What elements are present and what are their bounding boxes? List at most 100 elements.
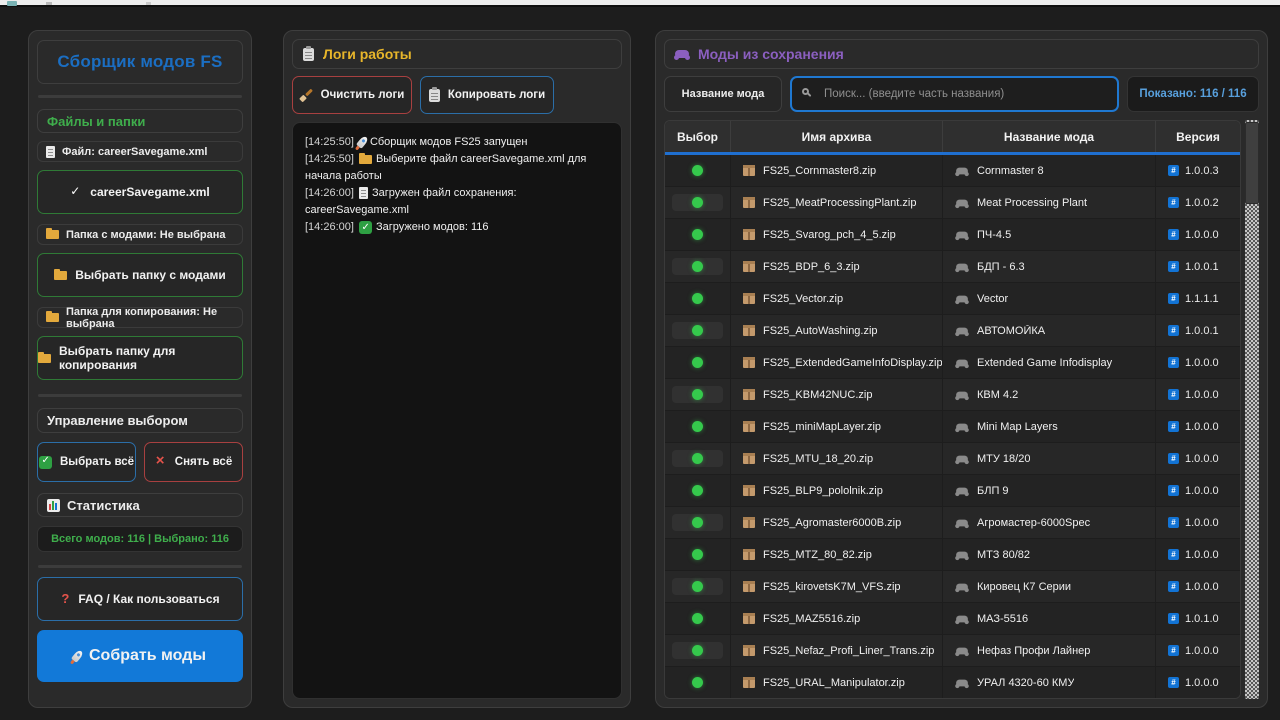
row-archive-cell[interactable]: FS25_KBM42NUC.zip [731,379,943,410]
column-header-select[interactable]: Выбор [665,121,731,152]
row-select-cell[interactable] [665,443,731,474]
row-modname-cell[interactable]: ПЧ-4.5 [943,219,1156,250]
clear-logs-button[interactable]: Очистить логи [292,76,412,114]
row-version-cell[interactable]: 1.0.0.0 [1156,635,1240,666]
table-row[interactable]: FS25_MAZ5516.zip МАЗ-5516 1.0.1.0 [665,603,1240,635]
selected-dot-icon[interactable] [692,357,703,368]
selected-dot-icon[interactable] [692,613,703,624]
table-row[interactable]: FS25_Cornmaster8.zip Cornmaster 8 1.0.0.… [665,155,1240,187]
row-select-cell[interactable] [665,667,731,698]
row-version-cell[interactable]: 1.0.0.0 [1156,443,1240,474]
row-archive-cell[interactable]: FS25_Cornmaster8.zip [731,155,943,186]
row-version-cell[interactable]: 1.0.0.0 [1156,411,1240,442]
row-version-cell[interactable]: 1.0.0.0 [1156,539,1240,570]
savegame-file-button[interactable]: careerSavegame.xml [37,170,243,214]
row-modname-cell[interactable]: МТУ 18/20 [943,443,1156,474]
row-archive-cell[interactable]: FS25_Vector.zip [731,283,943,314]
row-version-cell[interactable]: 1.1.1.1 [1156,283,1240,314]
row-select-cell[interactable] [665,347,731,378]
row-select-cell[interactable] [665,155,731,186]
select-all-button[interactable]: Выбрать всё [37,442,136,482]
row-version-cell[interactable]: 1.0.0.0 [1156,219,1240,250]
selected-dot-icon[interactable] [692,453,703,464]
row-select-cell[interactable] [665,603,731,634]
row-archive-cell[interactable]: FS25_MAZ5516.zip [731,603,943,634]
row-version-cell[interactable]: 1.0.0.0 [1156,571,1240,602]
column-header-archive[interactable]: Имя архива [731,121,943,152]
table-row[interactable]: FS25_Vector.zip Vector 1.1.1.1 [665,283,1240,315]
row-modname-cell[interactable]: БДП - 6.3 [943,251,1156,282]
row-archive-cell[interactable]: FS25_AutoWashing.zip [731,315,943,346]
row-version-cell[interactable]: 1.0.1.0 [1156,603,1240,634]
selected-dot-icon[interactable] [692,229,703,240]
table-row[interactable]: FS25_MTU_18_20.zip МТУ 18/20 1.0.0.0 [665,443,1240,475]
row-select-cell[interactable] [665,635,731,666]
row-modname-cell[interactable]: МАЗ-5516 [943,603,1156,634]
filter-field-selector[interactable]: Название мода [664,76,782,112]
row-select-cell[interactable] [665,283,731,314]
row-archive-cell[interactable]: FS25_BDP_6_3.zip [731,251,943,282]
table-row[interactable]: FS25_Svarog_pch_4_5.zip ПЧ-4.5 1.0.0.0 [665,219,1240,251]
row-modname-cell[interactable]: Meat Processing Plant [943,187,1156,218]
row-select-cell[interactable] [665,539,731,570]
table-row[interactable]: FS25_URAL_Manipulator.zip УРАЛ 4320-60 К… [665,667,1240,699]
row-modname-cell[interactable]: АВТОМОЙКА [943,315,1156,346]
row-version-cell[interactable]: 1.0.0.0 [1156,507,1240,538]
row-modname-cell[interactable]: Vector [943,283,1156,314]
copy-logs-button[interactable]: Копировать логи [420,76,554,114]
scrollbar-thumb[interactable] [1245,122,1259,204]
row-archive-cell[interactable]: FS25_Svarog_pch_4_5.zip [731,219,943,250]
selected-dot-icon[interactable] [692,293,703,304]
column-header-modname[interactable]: Название мода [943,121,1156,152]
row-select-cell[interactable] [665,187,731,218]
row-archive-cell[interactable]: FS25_URAL_Manipulator.zip [731,667,943,698]
table-scrollbar[interactable] [1245,120,1259,699]
table-row[interactable]: FS25_Agromaster6000B.zip Агромастер-6000… [665,507,1240,539]
row-version-cell[interactable]: 1.0.0.3 [1156,155,1240,186]
row-archive-cell[interactable]: FS25_MTU_18_20.zip [731,443,943,474]
row-archive-cell[interactable]: FS25_ExtendedGameInfoDisplay.zip [731,347,943,378]
table-row[interactable]: FS25_BLP9_pololnik.zip БЛП 9 1.0.0.0 [665,475,1240,507]
row-archive-cell[interactable]: FS25_Agromaster6000B.zip [731,507,943,538]
table-row[interactable]: FS25_Nefaz_Profi_Liner_Trans.zip Нефаз П… [665,635,1240,667]
row-select-cell[interactable] [665,379,731,410]
collect-mods-button[interactable]: Собрать моды [37,630,243,682]
row-modname-cell[interactable]: Extended Game Infodisplay [943,347,1156,378]
row-modname-cell[interactable]: УРАЛ 4320-60 КМУ [943,667,1156,698]
row-archive-cell[interactable]: FS25_miniMapLayer.zip [731,411,943,442]
selected-dot-icon[interactable] [692,645,703,656]
select-mods-folder-button[interactable]: Выбрать папку с модами [37,253,243,297]
row-select-cell[interactable] [665,571,731,602]
row-modname-cell[interactable]: БЛП 9 [943,475,1156,506]
selected-dot-icon[interactable] [692,677,703,688]
row-archive-cell[interactable]: FS25_MeatProcessingPlant.zip [731,187,943,218]
selected-dot-icon[interactable] [692,549,703,560]
row-modname-cell[interactable]: Кировец К7 Серии [943,571,1156,602]
log-output[interactable]: [14:25:50]Сборщик модов FS25 запущен [14… [292,122,622,699]
row-select-cell[interactable] [665,315,731,346]
table-row[interactable]: FS25_AutoWashing.zip АВТОМОЙКА 1.0.0.1 [665,315,1240,347]
row-modname-cell[interactable]: Нефаз Профи Лайнер [943,635,1156,666]
deselect-all-button[interactable]: Снять всё [144,442,243,482]
row-select-cell[interactable] [665,411,731,442]
selected-dot-icon[interactable] [692,389,703,400]
selected-dot-icon[interactable] [692,197,703,208]
row-select-cell[interactable] [665,475,731,506]
table-row[interactable]: FS25_MeatProcessingPlant.zip Meat Proces… [665,187,1240,219]
row-archive-cell[interactable]: FS25_BLP9_pololnik.zip [731,475,943,506]
table-row[interactable]: FS25_miniMapLayer.zip Mini Map Layers 1.… [665,411,1240,443]
selected-dot-icon[interactable] [692,421,703,432]
row-version-cell[interactable]: 1.0.0.1 [1156,251,1240,282]
selected-dot-icon[interactable] [692,485,703,496]
table-row[interactable]: FS25_MTZ_80_82.zip МТЗ 80/82 1.0.0.0 [665,539,1240,571]
table-row[interactable]: FS25_BDP_6_3.zip БДП - 6.3 1.0.0.1 [665,251,1240,283]
row-modname-cell[interactable]: КВМ 4.2 [943,379,1156,410]
search-input[interactable] [790,76,1119,112]
row-select-cell[interactable] [665,251,731,282]
selected-dot-icon[interactable] [692,261,703,272]
faq-button[interactable]: FAQ / Как пользоваться [37,577,243,621]
row-version-cell[interactable]: 1.0.0.2 [1156,187,1240,218]
row-archive-cell[interactable]: FS25_MTZ_80_82.zip [731,539,943,570]
selected-dot-icon[interactable] [692,325,703,336]
row-version-cell[interactable]: 1.0.0.0 [1156,347,1240,378]
